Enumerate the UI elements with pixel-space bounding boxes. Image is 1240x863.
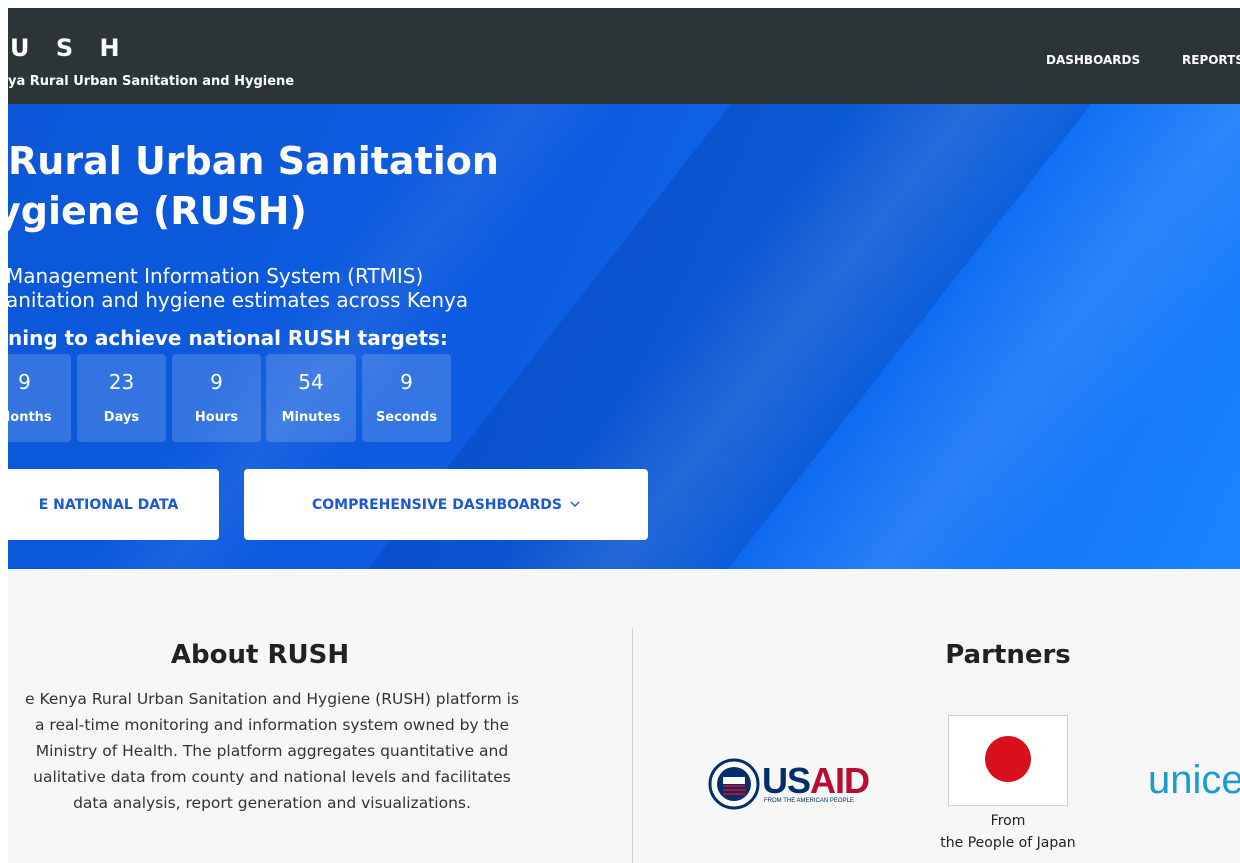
countdown-minutes: 54 Minutes	[266, 354, 356, 442]
about-title: About RUSH	[170, 640, 350, 670]
hero-banner: Rural Urban Sanitation ygiene (RUSH) Man…	[8, 104, 1240, 569]
countdown-days: 23 Days	[77, 354, 166, 442]
countdown-hours: 9 Hours	[172, 354, 261, 442]
hero-target-heading: ning to achieve national RUSH targets:	[8, 326, 448, 350]
usaid-word-red: AID	[810, 760, 870, 801]
about-text-line: ualitative data from county and national…	[33, 768, 511, 786]
chevron-down-icon	[570, 498, 580, 511]
hero-description-line1: Management Information System (RTMIS)	[8, 264, 424, 288]
hero-description: Management Information System (RTMIS) an…	[8, 264, 468, 312]
countdown-label: Seconds	[375, 410, 438, 425]
countdown-value: 9	[400, 370, 413, 394]
usaid-word-blue: US	[762, 760, 811, 801]
usaid-wordmark: USAID	[762, 760, 870, 802]
countdown-label: Days	[103, 410, 140, 425]
japan-caption-line1: From	[990, 813, 1026, 829]
hero-description-line2: anitation and hygiene estimates across K…	[8, 288, 469, 312]
explore-button-label: E NATIONAL DATA	[38, 496, 179, 513]
japan-flag-disc	[985, 736, 1031, 782]
usaid-tagline: FROM THE AMERICAN PEOPLE	[764, 798, 854, 804]
section-divider	[632, 628, 633, 863]
about-text-line: e Kenya Rural Urban Sanitation and Hygie…	[25, 690, 519, 708]
countdown-value: 9	[18, 370, 31, 394]
dashboards-button-label: COMPREHENSIVE DASHBOARDS	[311, 496, 563, 513]
japan-caption: From the People of Japan	[908, 810, 1108, 854]
comprehensive-dashboards-button[interactable]: COMPREHENSIVE DASHBOARDS	[244, 469, 648, 540]
countdown-label: Hours	[194, 410, 239, 425]
countdown-seconds: 9 Seconds	[362, 354, 451, 442]
usaid-seal-icon	[708, 758, 760, 810]
logo-title[interactable]: U S H	[10, 34, 129, 62]
countdown-label: Minutes	[281, 410, 341, 425]
about-text: e Kenya Rural Urban Sanitation and Hygie…	[8, 686, 552, 816]
page: U S H ya Rural Urban Sanitation and Hygi…	[8, 8, 1240, 863]
hero-title-line2: ygiene (RUSH)	[8, 189, 307, 233]
nav-reports-link[interactable]: REPORTS	[1182, 53, 1240, 67]
countdown-value: 54	[298, 370, 324, 394]
countdown-label: Months	[8, 410, 52, 425]
about-text-line: Ministry of Health. The platform aggrega…	[35, 742, 509, 760]
explore-national-data-button[interactable]: E NATIONAL DATA	[8, 469, 219, 540]
countdown-value: 9	[210, 370, 223, 394]
japan-flag-logo[interactable]	[948, 715, 1068, 806]
nav-dashboards-link[interactable]: DASHBOARDS	[1046, 53, 1140, 67]
about-text-line: data analysis, report generation and vis…	[73, 794, 471, 812]
countdown-months: 9 Months	[8, 354, 71, 442]
hero-title-line1: Rural Urban Sanitation	[8, 139, 499, 183]
unicef-logo[interactable]: unice	[1148, 758, 1240, 803]
top-navbar: U S H ya Rural Urban Sanitation and Hygi…	[8, 8, 1240, 104]
japan-caption-line2: the People of Japan	[940, 835, 1076, 851]
usaid-logo[interactable]: USAID FROM THE AMERICAN PEOPLE	[708, 754, 870, 812]
about-text-line: a real-time monitoring and information s…	[35, 716, 509, 734]
countdown-value: 23	[108, 370, 135, 394]
logo-subtitle[interactable]: ya Rural Urban Sanitation and Hygiene	[8, 74, 294, 89]
partners-title: Partners	[945, 640, 1071, 670]
